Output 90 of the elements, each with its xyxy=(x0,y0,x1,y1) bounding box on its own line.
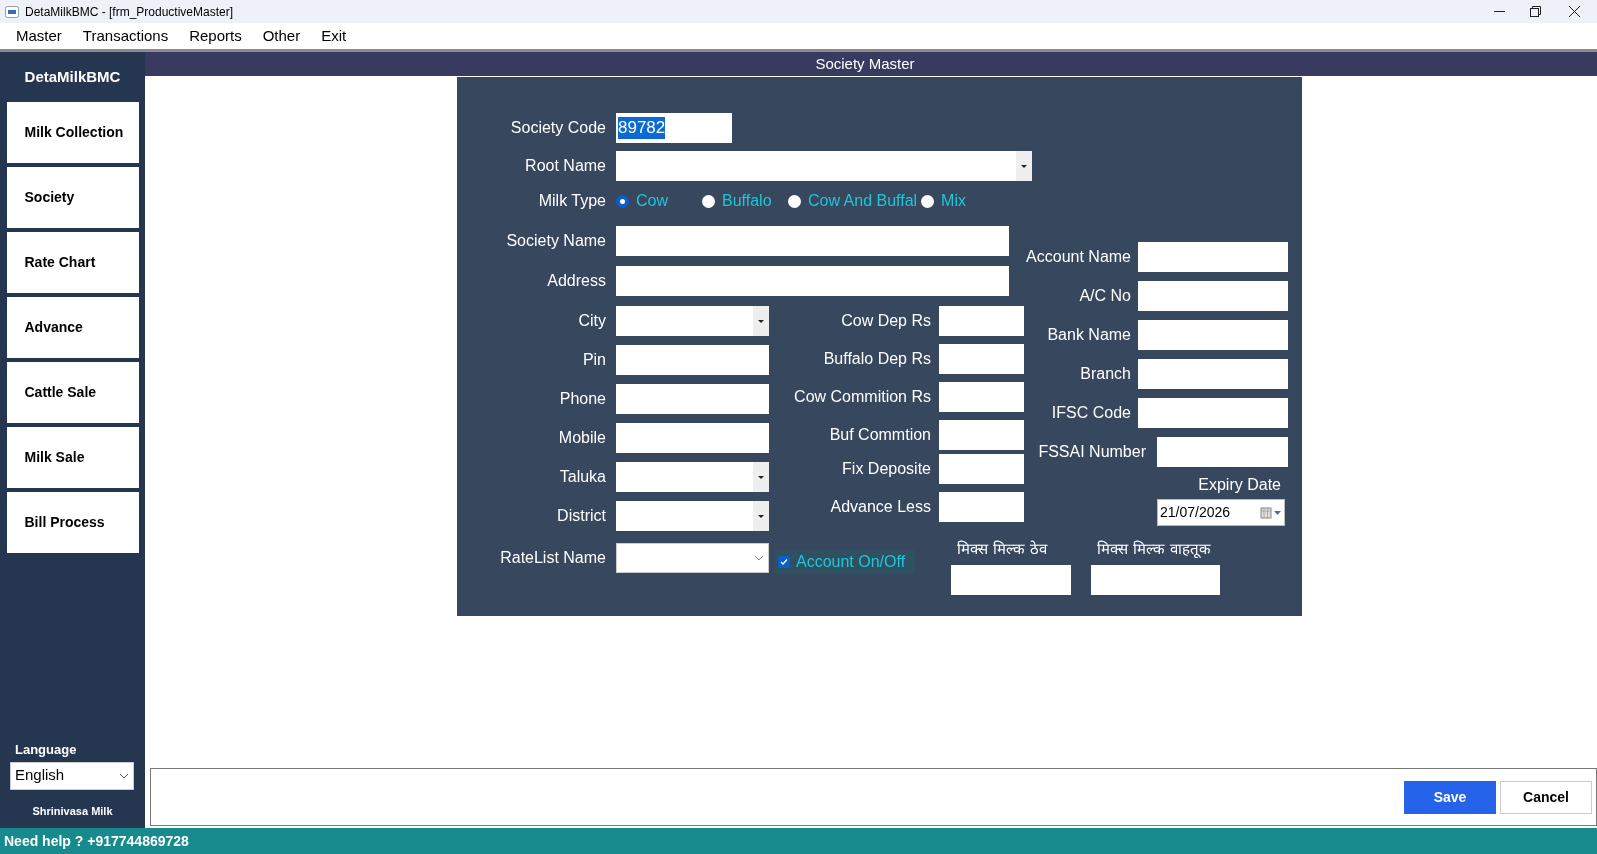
menu-item[interactable]: Master xyxy=(16,24,62,48)
text-field[interactable] xyxy=(939,382,1024,412)
radio-option[interactable]: Cow And Buffal xyxy=(788,189,918,213)
sidebar-item[interactable]: Advance xyxy=(6,296,139,358)
field-label: Fix Deposite xyxy=(841,459,931,479)
sidebar-item[interactable]: Milk Sale xyxy=(6,426,139,488)
page-title: Society Master xyxy=(815,53,915,74)
field-label: Advance Less xyxy=(829,497,931,517)
menu-item[interactable]: Exit xyxy=(321,24,347,48)
field-label: Account Name xyxy=(1025,247,1131,267)
text-field[interactable] xyxy=(616,266,1009,296)
radio-option[interactable]: Buffalo xyxy=(702,189,784,213)
text-field[interactable] xyxy=(1138,320,1288,350)
field-label: District xyxy=(556,506,606,526)
company-name: Shrinivasa Milk xyxy=(32,803,113,819)
cancel-button[interactable]: Cancel xyxy=(1500,780,1592,814)
field-label: RateList Name xyxy=(499,548,606,568)
text-field[interactable] xyxy=(939,492,1024,522)
window-title: DetaMilkBMC - [frm_ProductiveMaster] xyxy=(25,3,234,21)
field-label: Address xyxy=(546,271,606,291)
dropdown-field[interactable] xyxy=(616,462,769,492)
radio-option[interactable]: Mix xyxy=(921,189,1004,213)
text-field[interactable] xyxy=(1138,398,1288,428)
field-label: FSSAI Number xyxy=(1037,442,1146,462)
checkmark-icon xyxy=(780,557,788,566)
field-label: Buf Commtion xyxy=(828,425,931,445)
sidebar-item[interactable]: Society xyxy=(6,166,139,228)
dropdown-field[interactable] xyxy=(616,151,1032,181)
text-field[interactable] xyxy=(616,226,1009,256)
field-label: City xyxy=(577,311,606,331)
sidebar-item[interactable]: Milk Collection xyxy=(6,101,139,163)
text-field[interactable] xyxy=(1157,437,1288,467)
text-field[interactable] xyxy=(1138,359,1288,389)
text-field[interactable] xyxy=(616,345,769,375)
language-select[interactable]: English xyxy=(10,761,134,790)
dropdown-field[interactable] xyxy=(616,306,769,336)
chevron-down-icon xyxy=(119,772,129,779)
field-label: मिक्स मिल्क वाहतूक xyxy=(1097,539,1211,560)
caret-down-icon xyxy=(1021,164,1027,168)
field-label: Branch xyxy=(1079,364,1131,384)
field-label: Bank Name xyxy=(1046,325,1131,345)
text-field[interactable] xyxy=(616,384,769,414)
field-label: Milk Type xyxy=(537,191,606,211)
sidebar-item[interactable]: Cattle Sale xyxy=(6,361,139,423)
status-bar: Need help ? +917744869728 xyxy=(0,828,1597,854)
sidebar-item[interactable]: Bill Process xyxy=(6,491,139,553)
text-field[interactable] xyxy=(1138,242,1288,272)
text-field[interactable] xyxy=(616,423,769,453)
field-label: मिक्स मिल्क ठेव xyxy=(957,539,1047,560)
close-icon[interactable] xyxy=(1569,6,1580,17)
menu-item[interactable]: Other xyxy=(262,24,301,48)
field-label: Pin xyxy=(581,350,606,370)
app-icon xyxy=(5,5,19,18)
caret-down-icon xyxy=(758,475,764,479)
text-field[interactable] xyxy=(939,344,1024,374)
field-label: Society Code xyxy=(509,118,606,138)
menu-item[interactable]: Reports xyxy=(189,24,242,48)
text-field[interactable] xyxy=(1138,281,1288,311)
field-label: A/C No xyxy=(1078,286,1131,306)
chevron-down-icon xyxy=(754,555,764,561)
account-checkbox[interactable]: Account On/Off xyxy=(775,550,916,573)
save-button[interactable]: Save xyxy=(1404,780,1496,814)
field-label: Root Name xyxy=(524,156,606,176)
field-label: IFSC Code xyxy=(1050,403,1131,423)
text-field[interactable]: 89782 xyxy=(616,113,732,143)
radio-option[interactable]: Cow xyxy=(616,189,698,213)
language-label: Language xyxy=(15,741,78,759)
field-label: Expiry Date xyxy=(1198,475,1281,495)
caret-down-icon xyxy=(758,319,764,323)
restore-icon[interactable] xyxy=(1530,6,1541,17)
dropdown-field[interactable] xyxy=(616,501,769,531)
field-label: Taluka xyxy=(558,467,606,487)
field-label: Buffalo Dep Rs xyxy=(822,349,931,369)
combo-field[interactable] xyxy=(616,543,769,573)
text-field[interactable] xyxy=(939,454,1024,484)
text-field[interactable] xyxy=(951,564,1072,595)
menu-item[interactable]: Transactions xyxy=(82,24,169,48)
text-field[interactable] xyxy=(939,420,1024,450)
sidebar-item[interactable]: Rate Chart xyxy=(6,231,139,293)
text-field[interactable] xyxy=(1091,564,1221,595)
calendar-icon xyxy=(1260,506,1282,519)
field-label: Phone xyxy=(558,389,606,409)
field-label: Society Name xyxy=(505,231,606,251)
caret-down-icon xyxy=(758,514,764,518)
date-picker[interactable]: 21/07/2026 xyxy=(1157,499,1285,526)
text-field[interactable] xyxy=(939,306,1024,336)
field-label: Cow Dep Rs xyxy=(840,311,931,331)
field-label: Mobile xyxy=(557,428,606,448)
sidebar-brand: DetaMilkBMC xyxy=(24,67,121,87)
field-label: Cow Commition Rs xyxy=(793,387,931,407)
